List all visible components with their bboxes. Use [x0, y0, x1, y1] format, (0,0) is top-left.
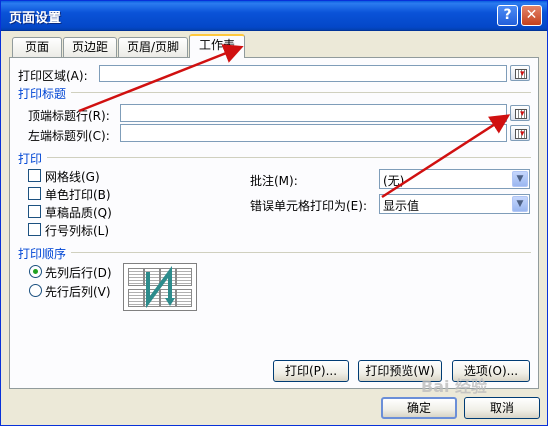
- cancel-button[interactable]: 取消: [464, 397, 540, 419]
- red-arrow-icon: ▾: [520, 69, 525, 79]
- chevron-down-icon[interactable]: ▼: [512, 171, 528, 187]
- gridlines-checkbox[interactable]: [28, 169, 41, 182]
- comments-value: (无): [383, 174, 405, 188]
- print-area-input[interactable]: [99, 65, 507, 82]
- top-rows-label: 顶端标题行(R):: [28, 109, 110, 123]
- left-cols-input[interactable]: [120, 124, 507, 142]
- mono-label: 单色打印(B): [45, 188, 111, 202]
- group-divider: [71, 92, 531, 93]
- errors-value: 显示值: [383, 199, 420, 213]
- top-rows-input[interactable]: [120, 104, 507, 122]
- errors-select[interactable]: 显示值 ▼: [379, 194, 530, 214]
- ok-button[interactable]: 确定: [381, 397, 457, 419]
- left-cols-collapse-button[interactable]: ▾: [510, 125, 530, 141]
- comments-select[interactable]: (无) ▼: [379, 169, 530, 189]
- left-cols-label: 左端标题列(C):: [28, 129, 110, 143]
- mono-checkbox[interactable]: [28, 187, 41, 200]
- watermark: Bai 经验: [421, 377, 488, 396]
- print-area-label: 打印区域(A):: [18, 69, 88, 83]
- radio-selected-dot: [33, 269, 38, 274]
- draft-label: 草稿品质(Q): [45, 206, 112, 220]
- top-rows-collapse-button[interactable]: ▾: [510, 105, 530, 121]
- print-button[interactable]: 打印(P)...: [273, 360, 349, 382]
- draft-checkbox[interactable]: [28, 205, 41, 218]
- down-then-over-label: 先列后行(D): [45, 266, 112, 280]
- page-order-group-label: 打印顺序: [18, 247, 67, 261]
- over-then-down-label: 先行后列(V): [45, 285, 111, 299]
- gridlines-label: 网格线(G): [45, 170, 100, 184]
- errors-label: 错误单元格打印为(E):: [250, 199, 367, 213]
- group-divider: [71, 252, 531, 253]
- headings-label: 行号列标(L): [45, 224, 110, 238]
- chevron-down-icon[interactable]: ▼: [512, 196, 528, 212]
- panel-content: 打印区域(A): ▾ 打印标题 顶端标题行(R): ▾ 左端标题列(C): ▾ …: [1, 1, 547, 425]
- page-setup-dialog: 页面设置 ? ✕ 页面 页边距 页眉/页脚 工作表 打印区域(A): ▾ 打印标…: [0, 0, 548, 426]
- over-then-down-radio[interactable]: [29, 284, 42, 297]
- print-group-label: 打印: [18, 152, 43, 166]
- headings-checkbox[interactable]: [28, 223, 41, 236]
- page-order-arrow-icon: [146, 265, 175, 309]
- red-arrow-icon: ▾: [520, 109, 525, 119]
- print-titles-group-label: 打印标题: [18, 87, 67, 101]
- comments-label: 批注(M):: [250, 174, 298, 188]
- red-arrow-icon: ▾: [520, 129, 525, 139]
- group-divider: [47, 157, 531, 158]
- down-then-over-radio[interactable]: [29, 265, 42, 278]
- page-order-preview: [123, 263, 197, 311]
- print-area-collapse-button[interactable]: ▾: [510, 65, 530, 81]
